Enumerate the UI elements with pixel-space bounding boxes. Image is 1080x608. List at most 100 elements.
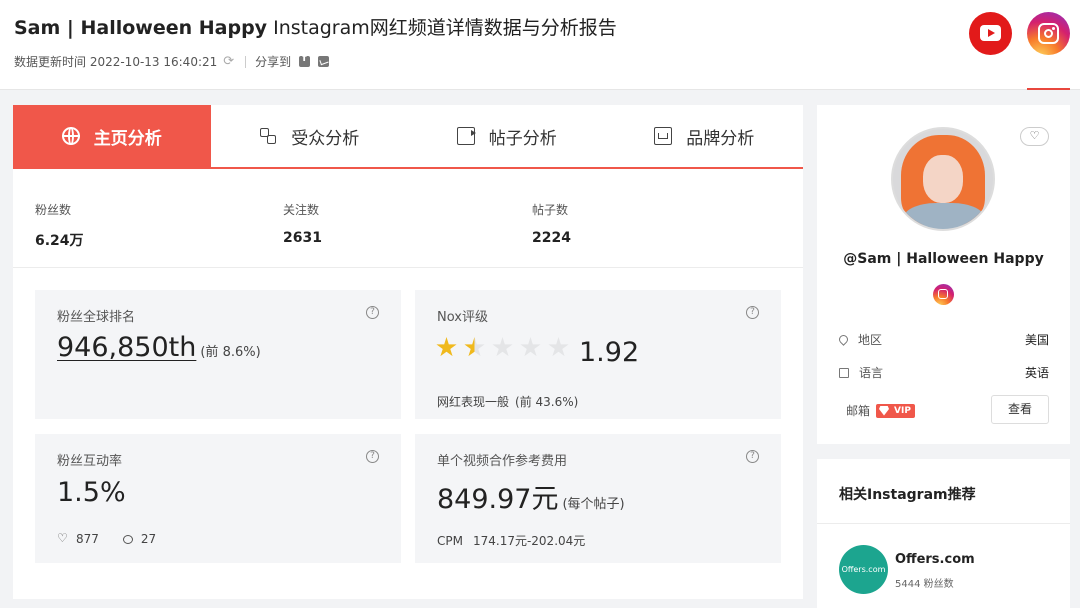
updated-time: 数据更新时间 2022-10-13 16:40:21 bbox=[14, 55, 218, 69]
help-icon[interactable]: ? bbox=[366, 306, 379, 319]
avatar-body bbox=[903, 203, 985, 229]
following-stat: 关注数 2631 bbox=[283, 201, 322, 246]
star-icon bbox=[548, 337, 569, 357]
engagement-value: 1.5% bbox=[57, 477, 126, 508]
engagement-breakdown: 877 27 bbox=[57, 531, 157, 546]
followers-stat: 粉丝数 6.24万 bbox=[35, 201, 84, 250]
tab-label: 品牌分析 bbox=[686, 128, 755, 149]
stat-label: 粉丝数 bbox=[35, 203, 72, 217]
language-value: 英语 bbox=[1024, 366, 1049, 380]
tab-label: 主页分析 bbox=[93, 128, 162, 149]
rank-value[interactable]: 946,850th bbox=[57, 332, 196, 363]
channel-name: Sam | Halloween Happy bbox=[14, 17, 268, 39]
card-title: 粉丝全球排名 bbox=[57, 310, 136, 325]
help-icon[interactable]: ? bbox=[746, 306, 759, 319]
cpm-range: CPM 174.17元-202.04元 bbox=[437, 532, 585, 549]
rank-percentile: (前 8.6%) bbox=[200, 345, 261, 360]
star-icon bbox=[520, 337, 541, 357]
language-label: 语言 bbox=[859, 366, 884, 380]
card-title: 粉丝互动率 bbox=[57, 454, 123, 469]
tab-label: 帖子分析 bbox=[488, 128, 557, 149]
view-email-button[interactable]: 查看 bbox=[991, 395, 1049, 424]
facebook-share-icon[interactable] bbox=[299, 53, 311, 67]
recommend-divider bbox=[817, 523, 1070, 524]
page-header: Sam | Halloween Happy Instagram网红频道详情数据与… bbox=[0, 0, 1080, 90]
card-title: Nox评级 bbox=[437, 310, 488, 325]
stat-value: 2631 bbox=[283, 230, 322, 246]
globe-icon bbox=[61, 127, 80, 145]
favorite-button[interactable]: ♡ bbox=[1020, 127, 1049, 146]
engagement-rate-card: 粉丝互动率 ? 1.5% 877 27 bbox=[35, 434, 401, 563]
language-row: 语言 英语 bbox=[839, 364, 1049, 381]
heart-icon bbox=[57, 531, 68, 545]
comments-count: 27 bbox=[140, 532, 157, 546]
refresh-icon[interactable]: ⟳ bbox=[223, 54, 234, 69]
rating-stars bbox=[436, 337, 576, 358]
instagram-platform-icon[interactable] bbox=[1027, 12, 1070, 55]
nox-footnote: 网红表现一般 (前 43.6%) bbox=[437, 393, 578, 410]
page-title-suffix: Instagram网红频道详情数据与分析报告 bbox=[267, 17, 617, 39]
video-icon bbox=[456, 127, 476, 145]
tab-brand-analysis[interactable]: 品牌分析 bbox=[606, 105, 804, 167]
meta-divider bbox=[245, 55, 247, 68]
update-meta: 数据更新时间 2022-10-13 16:40:21 ⟳ 分享到 bbox=[14, 53, 330, 70]
vip-badge: VIP bbox=[876, 403, 915, 418]
cost-value-line: 849.97元 (每个帖子) bbox=[437, 477, 625, 516]
region-value: 美国 bbox=[1024, 333, 1049, 347]
star-icon bbox=[436, 337, 457, 357]
profile-handle: @Sam | Halloween Happy bbox=[843, 251, 1044, 267]
nox-rating-card: Nox评级 ? 1.92 网红表现一般 (前 43.6%) bbox=[415, 290, 781, 419]
tab-post-analysis[interactable]: 帖子分析 bbox=[408, 105, 606, 167]
recommend-name[interactable]: Offers.com bbox=[895, 552, 975, 567]
stat-value: 2224 bbox=[532, 230, 571, 246]
main-panel: 主页分析 受众分析 帖子分析 品牌分析 粉丝数 6.24万 关注数 2631 帖… bbox=[13, 105, 803, 599]
cpm-label: CPM bbox=[437, 533, 463, 548]
collaboration-cost-card: 单个视频合作参考费用 ? 849.97元 (每个帖子) CPM 174.17元-2… bbox=[415, 434, 781, 563]
recommend-avatar[interactable]: Offers.com bbox=[839, 545, 888, 594]
star-icon bbox=[492, 337, 513, 357]
stat-label: 关注数 bbox=[283, 203, 320, 217]
tab-label: 受众分析 bbox=[291, 128, 360, 149]
region-label: 地区 bbox=[858, 333, 883, 347]
help-icon[interactable]: ? bbox=[746, 450, 759, 463]
platform-active-indicator bbox=[1027, 88, 1070, 90]
language-icon bbox=[839, 367, 849, 378]
twitter-share-icon[interactable] bbox=[318, 56, 330, 67]
rank-value-line: 946,850th (前 8.6%) bbox=[57, 332, 261, 363]
instagram-icon[interactable] bbox=[933, 284, 954, 305]
heart-icon: ♡ bbox=[1029, 129, 1040, 142]
youtube-platform-icon[interactable] bbox=[969, 12, 1012, 55]
nox-score: 1.92 bbox=[579, 337, 640, 368]
star-icon bbox=[464, 337, 485, 357]
comment-icon bbox=[122, 534, 133, 544]
cost-unit: (每个帖子) bbox=[562, 497, 625, 512]
avatar-face bbox=[923, 155, 963, 203]
performance-label: 网红表现一般 bbox=[437, 395, 510, 409]
tab-audience-analysis[interactable]: 受众分析 bbox=[211, 105, 409, 167]
camera-icon bbox=[1038, 23, 1059, 44]
analysis-tabs: 主页分析 受众分析 帖子分析 品牌分析 bbox=[13, 105, 803, 169]
related-recommendations: 相关Instagram推荐 Offers.com Offers.com 5444… bbox=[817, 459, 1070, 608]
help-icon[interactable]: ? bbox=[366, 450, 379, 463]
posts-stat: 帖子数 2224 bbox=[532, 201, 571, 246]
audience-icon bbox=[259, 127, 277, 145]
likes-count: 877 bbox=[76, 532, 99, 546]
recommend-followers: 5444 粉丝数 bbox=[895, 579, 954, 590]
profile-card: ♡ @Sam | Halloween Happy 地区 美国 语言 英语 邮箱 … bbox=[817, 105, 1070, 444]
cost-value: 849.97元 bbox=[437, 484, 559, 515]
region-row: 地区 美国 bbox=[837, 331, 1049, 348]
card-title: 单个视频合作参考费用 bbox=[437, 454, 568, 469]
share-label: 分享到 bbox=[255, 55, 292, 69]
play-icon bbox=[980, 25, 1001, 41]
summary-stats: 粉丝数 6.24万 关注数 2631 帖子数 2224 bbox=[13, 169, 803, 268]
location-pin-icon bbox=[837, 333, 850, 346]
stat-value: 6.24万 bbox=[35, 233, 84, 249]
email-label: 邮箱 bbox=[846, 404, 871, 418]
page-title: Sam | Halloween Happy Instagram网红频道详情数据与… bbox=[14, 13, 617, 40]
avatar bbox=[891, 127, 995, 231]
performance-percentile: (前 43.6%) bbox=[515, 395, 579, 409]
global-rank-card: 粉丝全球排名 ? 946,850th (前 8.6%) bbox=[35, 290, 401, 419]
stat-label: 帖子数 bbox=[532, 203, 569, 217]
recommend-title: 相关Instagram推荐 bbox=[839, 487, 976, 503]
tab-home-analysis[interactable]: 主页分析 bbox=[13, 105, 211, 167]
